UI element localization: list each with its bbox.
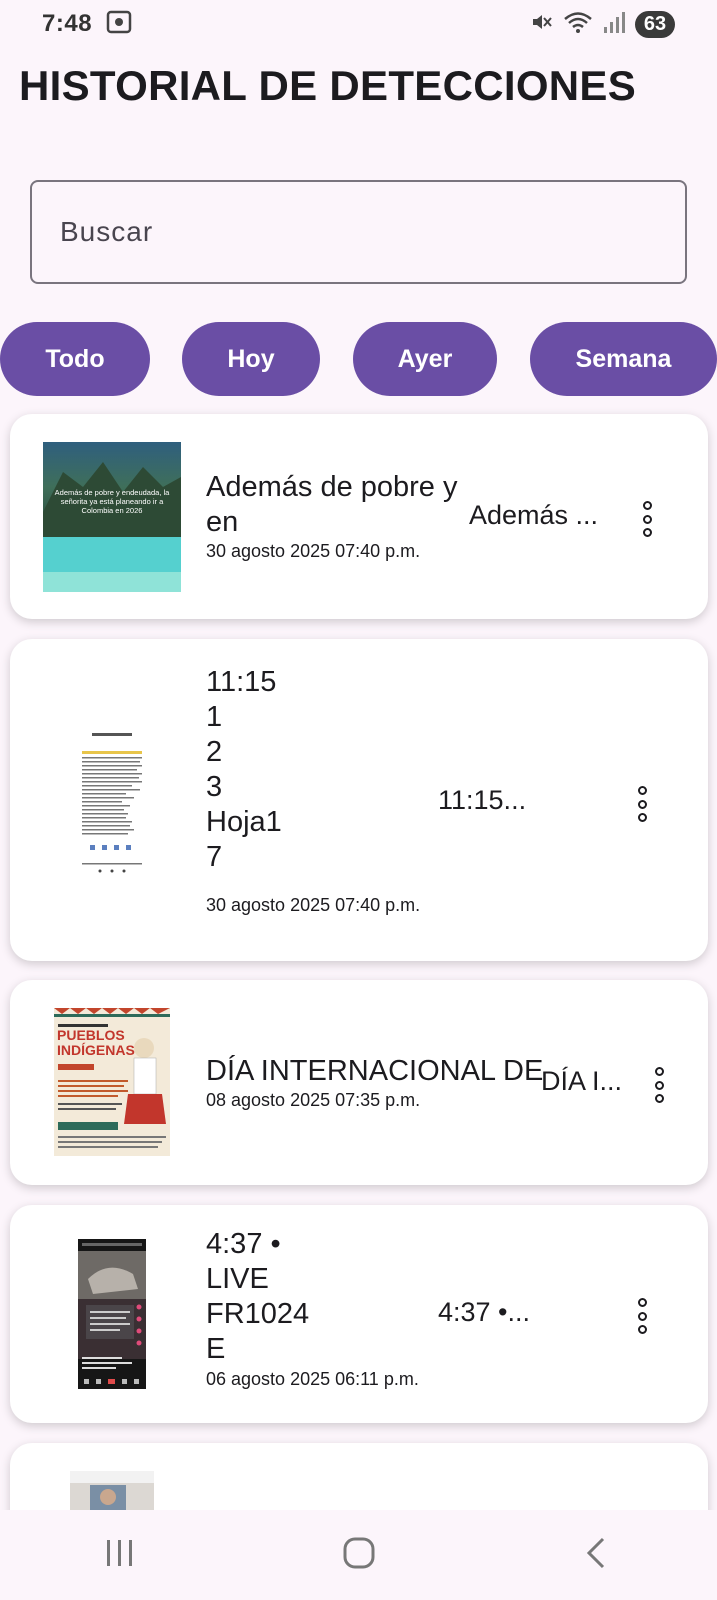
item-thumbnail: PUEBLOS INDÍGENAS [54, 1008, 170, 1156]
filter-chip-semana[interactable]: Semana [530, 322, 717, 396]
history-item[interactable]: Además de pobre y endeudada, la señorita… [10, 414, 708, 619]
item-date: 30 agosto 2025 07:40 p.m. [206, 895, 421, 915]
back-icon[interactable] [581, 1536, 615, 1575]
status-time: 7:48 [42, 10, 93, 37]
wifi-icon [563, 10, 593, 39]
item-title: DÍA INTERNACIONAL DE [206, 1055, 544, 1087]
item-snippet: Además ... [469, 500, 599, 530]
item-snippet: 11:15... [438, 785, 527, 815]
filter-chip-todo[interactable]: Todo [0, 322, 150, 396]
item-snippet: 4:37 •... [438, 1297, 531, 1327]
item-thumbnail [78, 1239, 146, 1389]
item-thumbnail [78, 729, 146, 875]
status-bar: 7:48 63 [0, 0, 717, 48]
item-date: 06 agosto 2025 06:11 p.m. [206, 1369, 419, 1389]
more-options-icon[interactable] [649, 1065, 669, 1105]
item-title: 4:37 • LIVE FR1024 E [206, 1228, 310, 1365]
history-item[interactable]: 11:15 1 2 3 Hoja1 7 30 agosto 2025 07:40… [10, 639, 708, 961]
item-date: 08 agosto 2025 07:35 p.m. [206, 1090, 421, 1110]
item-title: Además de pobre y en [206, 471, 458, 538]
filter-chip-hoy[interactable]: Hoy [182, 322, 320, 396]
item-title: 11:15 1 2 3 Hoja1 7 [206, 666, 282, 873]
item-date: 30 agosto 2025 07:40 p.m. [206, 541, 421, 561]
history-item[interactable]: 4:37 • LIVE FR1024 E 06 agosto 2025 06:1… [10, 1205, 708, 1423]
filter-chip-ayer[interactable]: Ayer [353, 322, 497, 396]
more-options-icon[interactable] [632, 784, 652, 824]
thumbnail-poster-title: PUEBLOS INDÍGENAS [57, 1027, 135, 1058]
signal-icon [603, 10, 625, 39]
battery-indicator: 63 [635, 10, 675, 38]
system-nav-bar [0, 1510, 717, 1600]
item-snippet: DÍA I... [541, 1066, 623, 1096]
more-options-icon[interactable] [637, 499, 657, 539]
home-icon[interactable] [342, 1536, 376, 1575]
screen-capture-icon [106, 10, 132, 39]
item-thumbnail: Además de pobre y endeudada, la señorita… [43, 442, 181, 592]
history-item[interactable]: PUEBLOS INDÍGENAS DÍA INTERNACIONAL DE 0… [10, 980, 708, 1185]
mute-icon [529, 10, 553, 39]
page-title: HISTORIAL DE DETECCIONES [19, 62, 637, 109]
more-options-icon[interactable] [632, 1296, 652, 1336]
thumbnail-caption: Además de pobre y endeudada, la señorita… [54, 488, 170, 515]
search-input[interactable] [30, 180, 687, 284]
recent-apps-icon[interactable] [103, 1538, 137, 1573]
